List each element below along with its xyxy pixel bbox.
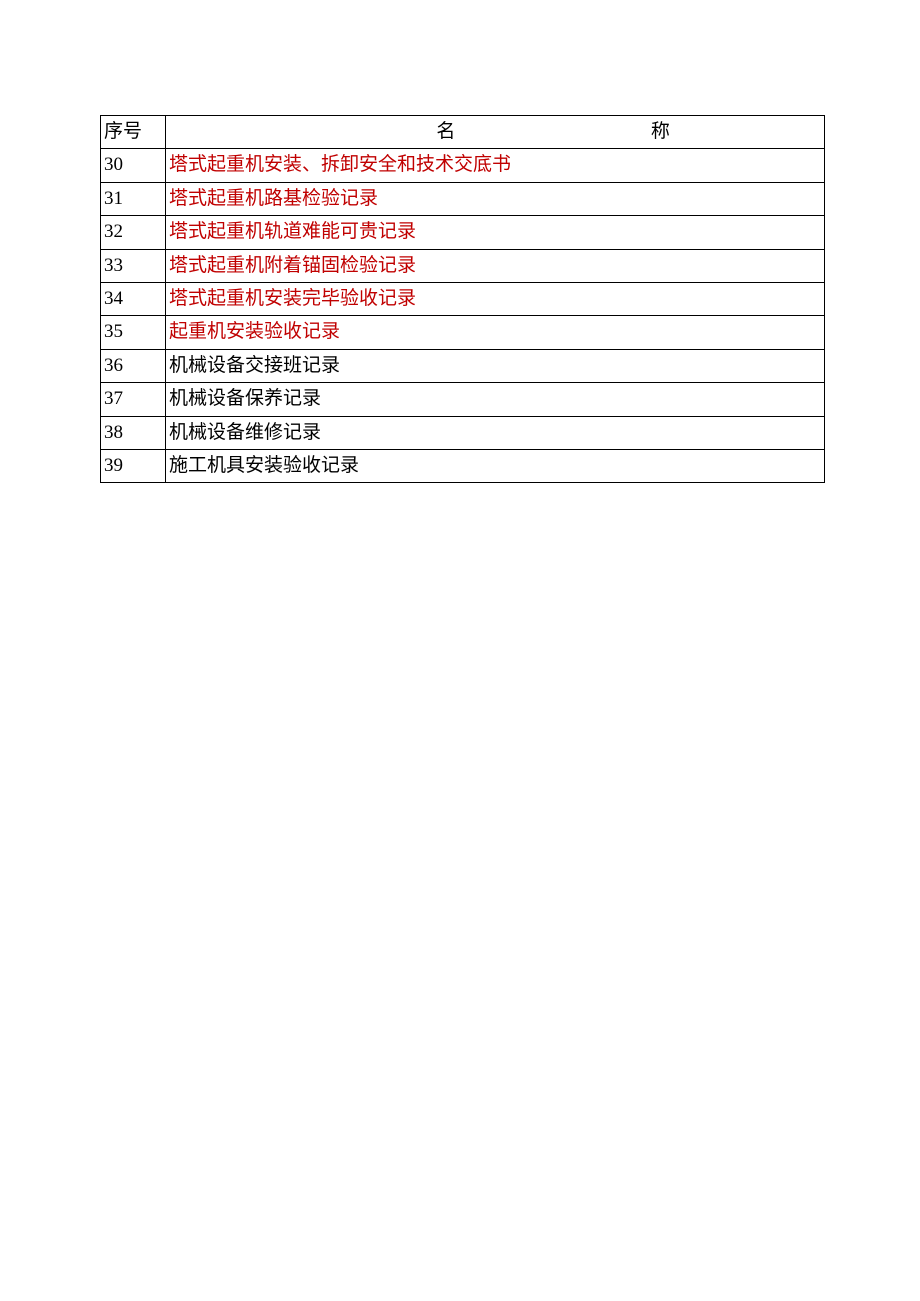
cell-name: 施工机具安装验收记录 bbox=[166, 449, 825, 482]
header-name-char1: 名 bbox=[436, 117, 455, 147]
table-row: 32 塔式起重机轨道难能可贵记录 bbox=[101, 216, 825, 249]
cell-seq: 34 bbox=[101, 282, 166, 315]
table-row: 33 塔式起重机附着锚固检验记录 bbox=[101, 249, 825, 282]
cell-seq: 38 bbox=[101, 416, 166, 449]
table-row: 34 塔式起重机安装完毕验收记录 bbox=[101, 282, 825, 315]
table-header-row: 序号 名 称 bbox=[101, 116, 825, 149]
cell-seq: 32 bbox=[101, 216, 166, 249]
cell-name: 机械设备交接班记录 bbox=[166, 349, 825, 382]
cell-name: 塔式起重机轨道难能可贵记录 bbox=[166, 216, 825, 249]
table-row: 36 机械设备交接班记录 bbox=[101, 349, 825, 382]
cell-seq: 33 bbox=[101, 249, 166, 282]
cell-seq: 31 bbox=[101, 182, 166, 215]
cell-name: 机械设备维修记录 bbox=[166, 416, 825, 449]
table-row: 35 起重机安装验收记录 bbox=[101, 316, 825, 349]
cell-seq: 35 bbox=[101, 316, 166, 349]
document-table: 序号 名 称 30 塔式起重机安装、拆卸安全和技术交底书 31 塔式起重机路基检… bbox=[100, 115, 825, 483]
cell-seq: 37 bbox=[101, 383, 166, 416]
header-name: 名 称 bbox=[166, 116, 825, 149]
table-row: 30 塔式起重机安装、拆卸安全和技术交底书 bbox=[101, 149, 825, 182]
header-seq: 序号 bbox=[101, 116, 166, 149]
header-name-char2: 称 bbox=[651, 117, 670, 147]
cell-name: 塔式起重机安装、拆卸安全和技术交底书 bbox=[166, 149, 825, 182]
table-row: 39 施工机具安装验收记录 bbox=[101, 449, 825, 482]
cell-name: 机械设备保养记录 bbox=[166, 383, 825, 416]
cell-name: 起重机安装验收记录 bbox=[166, 316, 825, 349]
cell-name: 塔式起重机路基检验记录 bbox=[166, 182, 825, 215]
cell-seq: 39 bbox=[101, 449, 166, 482]
cell-seq: 30 bbox=[101, 149, 166, 182]
table-row: 31 塔式起重机路基检验记录 bbox=[101, 182, 825, 215]
table-row: 38 机械设备维修记录 bbox=[101, 416, 825, 449]
cell-name: 塔式起重机安装完毕验收记录 bbox=[166, 282, 825, 315]
table-body: 30 塔式起重机安装、拆卸安全和技术交底书 31 塔式起重机路基检验记录 32 … bbox=[101, 149, 825, 483]
cell-name: 塔式起重机附着锚固检验记录 bbox=[166, 249, 825, 282]
table-row: 37 机械设备保养记录 bbox=[101, 383, 825, 416]
cell-seq: 36 bbox=[101, 349, 166, 382]
